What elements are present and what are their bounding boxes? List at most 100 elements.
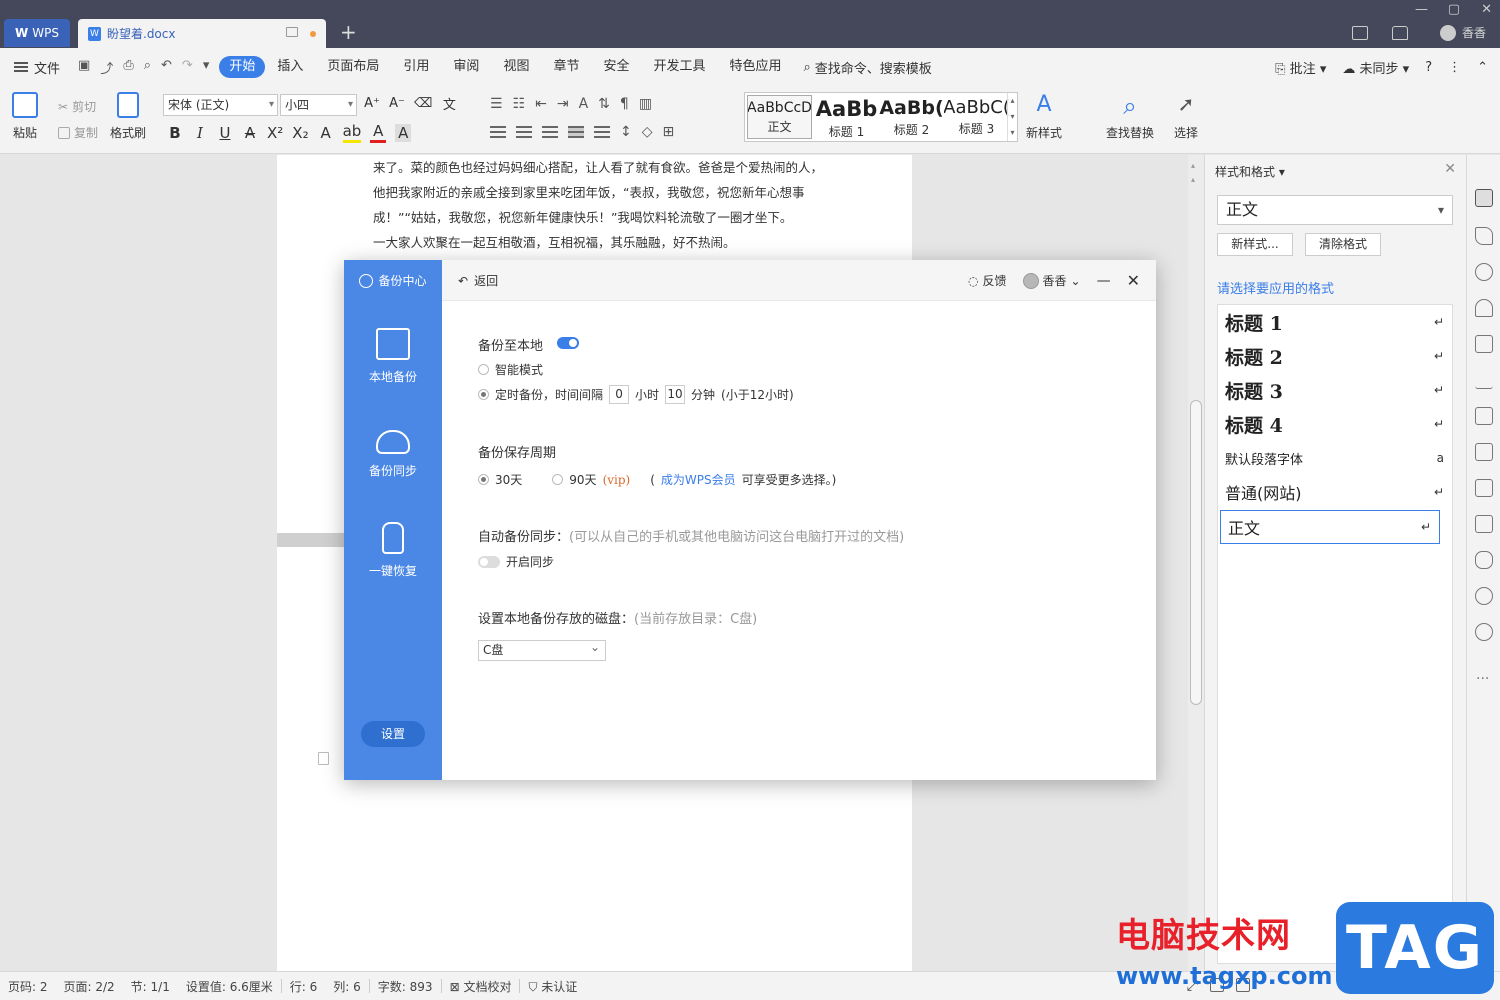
numbered-list-icon[interactable]: ☷ [513,96,526,112]
translate-icon[interactable] [1475,443,1493,461]
command-search[interactable]: ⌕ 查找命令、搜索模板 [794,58,942,77]
minimize-window-icon[interactable]: — [1415,2,1428,17]
close-icon[interactable]: ✕ [1444,161,1456,177]
shapes-icon[interactable] [1475,263,1493,281]
retention-30-radio[interactable] [478,474,489,485]
user-account[interactable]: 香香 [1439,24,1486,41]
collapse-ribbon-icon[interactable]: ⌃ [1477,60,1488,75]
justify-icon[interactable] [568,126,584,138]
minutes-input[interactable]: 10 [665,385,686,404]
current-style-select[interactable]: 正文 [1217,195,1453,225]
help-icon[interactable]: ? [1425,60,1432,75]
fill-icon[interactable] [1475,299,1493,317]
history-icon[interactable] [1475,587,1493,605]
scrollbar-thumb[interactable] [1190,400,1202,705]
style-list-item-selected[interactable]: 正文 ↵ [1220,510,1440,544]
font-size-select[interactable]: 小四 [280,94,357,116]
menu-tab-view[interactable]: 视图 [491,56,541,78]
redo-icon[interactable]: ↷ [182,58,193,77]
menu-tab-security[interactable]: 安全 [591,56,641,78]
highlight-icon[interactable]: ab [342,122,362,143]
grow-font-icon[interactable]: A⁺ [364,96,380,111]
subscript-icon[interactable]: X₂ [292,124,308,142]
menu-tab-features[interactable]: 特色应用 [718,56,794,78]
menu-tab-layout[interactable]: 页面布局 [315,56,391,78]
clear-format-icon[interactable]: ⌫ [414,96,432,111]
new-style-panel-button[interactable]: 新样式... [1217,233,1293,256]
maximize-window-icon[interactable]: ▢ [1448,2,1460,17]
shrink-font-icon[interactable]: A⁻ [389,96,405,111]
style-normal[interactable]: AaBbCcD 正文 [747,95,812,139]
status-words[interactable]: 字数: 893 [370,978,441,995]
customize-icon[interactable]: ▾ [203,58,210,77]
status-auth[interactable]: ⛉ 未认证 [520,978,585,995]
save-icon[interactable]: ▣ [78,58,90,77]
become-member-link[interactable]: 成为WPS会员 [661,471,736,488]
nav-local-backup[interactable]: 本地备份 [344,328,442,385]
char-shading-icon[interactable]: A [395,123,412,142]
table-icon[interactable] [1475,335,1493,353]
local-backup-toggle[interactable] [557,337,579,349]
back-button[interactable]: ↶ 返回 [458,272,498,289]
sync-button[interactable]: ☁ 未同步 ▾ [1342,58,1409,77]
help-circle-icon[interactable] [1475,623,1493,641]
feedback-button[interactable]: ◌ 反馈 [968,272,1007,289]
menu-tab-chapter[interactable]: 章节 [541,56,591,78]
scroll-up-icon[interactable]: ▴ [1191,161,1195,170]
superscript-icon[interactable]: X² [267,124,283,142]
workspace-icon[interactable] [1352,26,1368,40]
phonetic-icon[interactable]: 文 [441,94,457,113]
styles-panel-title[interactable]: 样式和格式 ▾ [1215,163,1285,180]
select-button[interactable]: ➚ 选择 [1174,92,1198,141]
export-icon[interactable]: ⤴ [100,58,113,77]
distributed-icon[interactable] [594,126,610,138]
style-list-item[interactable]: 标题 1 ↵ [1218,305,1452,339]
nav-backup-sync[interactable]: 备份同步 [344,424,442,479]
style-heading-3[interactable]: AaBbC( 标题 3 [944,93,1009,141]
image-icon[interactable] [1475,515,1493,533]
shading-icon[interactable]: ◇ [642,124,653,140]
smart-mode-option[interactable]: 智能模式 [478,361,543,378]
auto-sync-toggle[interactable] [478,556,500,568]
wps-home-tab[interactable]: W WPS [4,19,70,47]
decrease-indent-icon[interactable]: ⇤ [535,96,547,112]
style-pen-icon[interactable] [1475,189,1493,207]
menu-tab-home[interactable]: 开始 [219,56,266,78]
menu-tab-review[interactable]: 审阅 [441,56,491,78]
italic-icon[interactable]: I [192,124,208,142]
menu-tab-references[interactable]: 引用 [391,56,441,78]
new-tab-button[interactable]: + [340,20,357,44]
format-painter-button[interactable]: 格式刷 [110,92,146,141]
smart-mode-radio[interactable] [478,364,489,375]
hours-input[interactable]: 0 [609,385,630,404]
show-marks-icon[interactable]: ¶ [620,96,629,112]
scroll-up-page-icon[interactable]: ▴ [1191,175,1195,184]
menu-tab-developer[interactable]: 开发工具 [641,56,717,78]
bullet-list-icon[interactable]: ☰ [490,96,503,112]
skin-icon[interactable] [1392,26,1408,40]
print-icon[interactable]: ⎙ [123,58,133,77]
disk-select[interactable]: C盘 [478,638,606,661]
archive-icon[interactable] [1475,479,1493,497]
minimize-icon[interactable]: — [1097,273,1111,289]
window-mode-icon[interactable] [286,27,298,37]
document-tab[interactable]: W 盼望着.docx [78,19,326,48]
bold-icon[interactable]: B [167,124,183,142]
more-dots-icon[interactable]: ··· [1476,671,1489,687]
timed-backup-radio[interactable] [478,389,489,400]
align-right-icon[interactable] [542,126,558,138]
strikethrough-icon[interactable]: A [242,124,258,142]
status-pages[interactable]: 页面: 2/2 [56,978,123,995]
align-center-icon[interactable] [516,126,532,138]
style-gallery-scroll[interactable]: ▴ ▾ ▾ [1007,93,1017,141]
style-list-item[interactable]: 标题 2 ↵ [1218,339,1452,373]
undo-icon[interactable]: ↶ [161,58,172,77]
paste-button[interactable]: 粘贴 [12,92,38,141]
status-section[interactable]: 节: 1/1 [123,978,178,995]
font-color-icon[interactable]: A [370,122,387,143]
style-list-item[interactable]: 标题 4 ↵ [1218,407,1452,441]
style-heading-2[interactable]: AaBb( 标题 2 [879,93,944,141]
status-page-code[interactable]: 页码: 2 [0,978,56,995]
print-preview-icon[interactable]: ⌕ [144,58,151,77]
file-menu[interactable]: 文件 [0,58,74,77]
